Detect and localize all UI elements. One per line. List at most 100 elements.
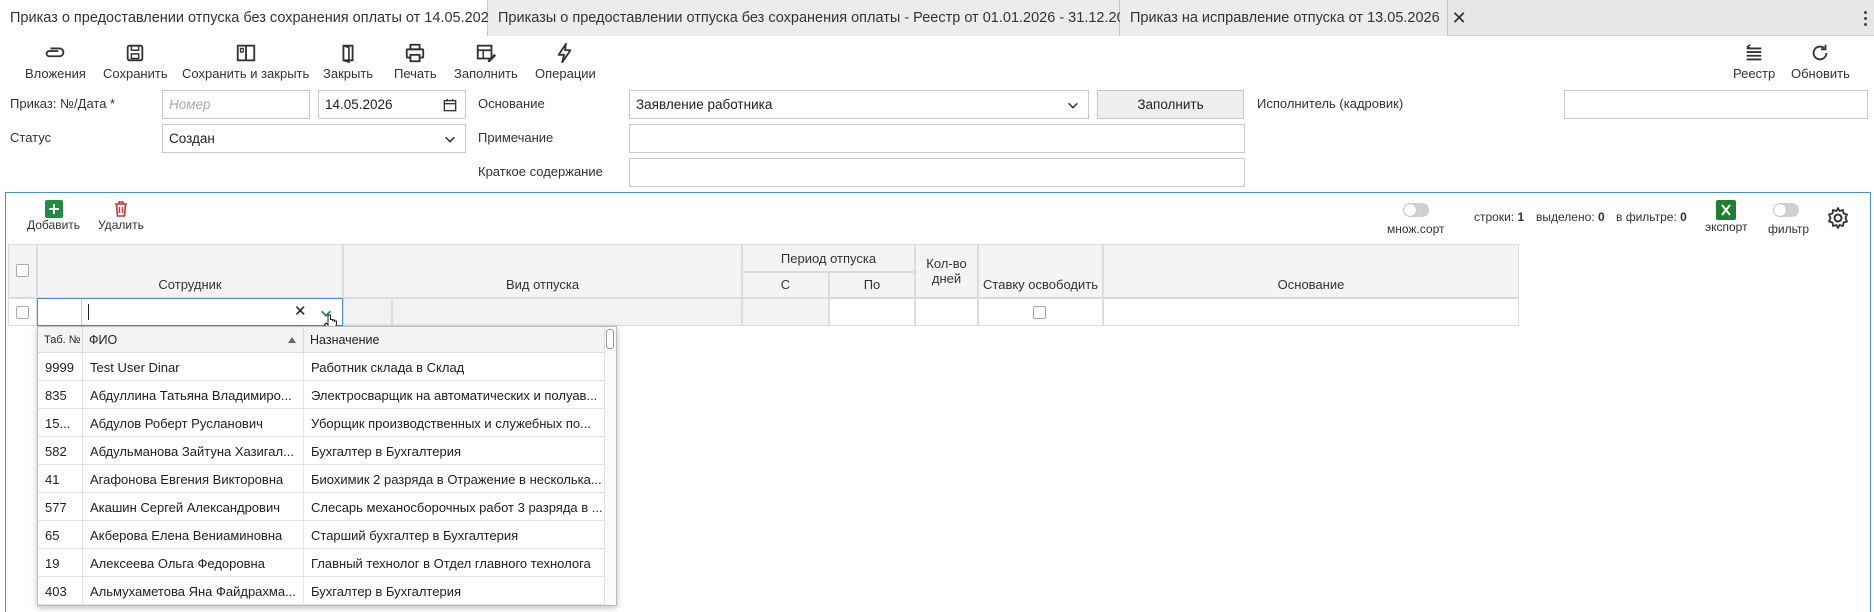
col-period-group: Период отпуска — [742, 244, 915, 272]
dropdown-cell-tab: 403 — [38, 577, 83, 605]
employee-cell-editor[interactable]: ✕ — [37, 298, 343, 326]
dropdown-cell-position: Главный технолог в Отдел главного технол… — [304, 549, 606, 577]
fill-label: Заполнить — [454, 66, 518, 81]
basis-select[interactable]: Заявление работника — [629, 90, 1089, 119]
status-select[interactable]: Создан — [162, 124, 466, 153]
period-to-cell[interactable] — [829, 298, 915, 326]
select-all-checkbox[interactable] — [16, 264, 29, 277]
row-checkbox[interactable] — [16, 306, 29, 319]
chevron-down-icon — [1068, 102, 1078, 109]
executor-field[interactable] — [1564, 90, 1868, 119]
free-rate-cell — [978, 298, 1103, 326]
dropdown-cell-fio: Акашин Сергей Александрович — [83, 493, 304, 521]
dropdown-col-tab[interactable]: Таб. № — [38, 327, 83, 353]
col-days[interactable]: Кол-во дней — [915, 244, 978, 298]
basis-label: Основание — [478, 96, 545, 111]
multisort-toggle[interactable] — [1403, 203, 1429, 217]
registry-button[interactable]: Реестр — [1733, 42, 1775, 81]
dropdown-row[interactable]: 835 Абдуллина Татьяна Владимиро... Электро… — [38, 381, 606, 409]
save-close-label: Сохранить и закрыть — [182, 66, 310, 81]
export-label: экспорт — [1705, 220, 1748, 234]
col-employee[interactable]: Сотрудник — [37, 244, 343, 298]
paperclip-icon — [46, 47, 65, 58]
export-button[interactable]: экспорт — [1705, 200, 1748, 234]
floppy-icon — [127, 44, 144, 62]
dropdown-col-position[interactable]: Назначение — [304, 327, 606, 353]
dropdown-cell-position: Уборщик производственных и служебных по.… — [304, 409, 606, 437]
more-vertical-icon[interactable] — [1856, 0, 1874, 36]
basis-cell[interactable] — [1103, 298, 1519, 326]
rows-label: строки: — [1474, 210, 1515, 224]
note-field[interactable] — [629, 124, 1245, 153]
lightning-icon — [558, 42, 572, 64]
col-free-rate[interactable]: Ставку освободить — [978, 244, 1103, 298]
tab-number-input[interactable] — [38, 299, 82, 325]
period-from-cell[interactable] — [742, 298, 829, 326]
dropdown-row[interactable]: 577 Акашин Сергей Александрович Слесарь ме… — [38, 493, 606, 521]
delete-row-button[interactable]: Удалить — [98, 200, 144, 232]
dropdown-header: Таб. № ФИО Назначение — [38, 327, 606, 353]
summary-field[interactable] — [629, 158, 1245, 187]
dropdown-scrollbar[interactable] — [604, 327, 616, 605]
dropdown-row[interactable]: 41 Агафонова Евгения Викторовна Биохимик 2… — [38, 465, 606, 493]
col-period-from[interactable]: С — [742, 272, 829, 298]
add-row-button[interactable]: Добавить — [27, 200, 80, 232]
tab-correction-order[interactable]: Приказ на исправление отпуска от 13.05.2… — [1120, 0, 1467, 36]
tab-label: Приказ о предоставлении отпуска без сохр… — [10, 10, 497, 26]
tab-bar: Приказ о предоставлении отпуска без сохр… — [0, 0, 1874, 36]
col-basis[interactable]: Основание — [1103, 244, 1519, 298]
leave-type-code-cell[interactable] — [343, 298, 392, 326]
refresh-button[interactable]: Обновить — [1791, 42, 1850, 81]
dropdown-cell-fio: Алексеева Ольга Федоровна — [83, 549, 304, 577]
clear-icon[interactable]: ✕ — [294, 302, 307, 320]
operations-button[interactable]: Операции — [535, 42, 596, 81]
fill-button[interactable]: Заполнить — [454, 42, 518, 81]
col-leave-type[interactable]: Вид отпуска — [343, 244, 742, 298]
save-button[interactable]: Сохранить — [103, 42, 168, 81]
dropdown-cell-fio: Test User Dinar — [83, 353, 304, 381]
dropdown-row[interactable]: 403 Альмухаметова Яна Файдрахма... Бухгалт… — [38, 577, 606, 605]
registry-label: Реестр — [1733, 66, 1776, 81]
filter-toggle[interactable] — [1773, 203, 1799, 217]
dropdown-cell-position: Бухгалтер в Бухгалтерия — [304, 437, 606, 465]
selected-count: выделено: 0 — [1536, 210, 1605, 224]
filtered-value: 0 — [1680, 210, 1687, 224]
dropdown-row[interactable]: 15... Абдулов Роберт Русланович Уборщик пр… — [38, 409, 606, 437]
tab-current-order[interactable]: Приказ о предоставлении отпуска без сохр… — [0, 0, 524, 36]
dropdown-row[interactable]: 9999 Test User Dinar Работник склада в Скл… — [38, 353, 606, 381]
col-period-to[interactable]: По — [829, 272, 915, 298]
calendar-icon[interactable] — [443, 98, 457, 112]
close-icon[interactable]: ✕ — [1452, 8, 1467, 29]
dropdown-cell-tab: 582 — [38, 437, 83, 465]
fill-basis-button[interactable]: Заполнить — [1097, 90, 1244, 119]
employee-dropdown: Таб. № ФИО Назначение 9999 Test User Dina… — [37, 326, 617, 606]
leave-type-cell[interactable] — [392, 298, 742, 326]
free-rate-checkbox[interactable] — [1033, 306, 1046, 319]
row-select-cell — [8, 298, 37, 326]
dropdown-row[interactable]: 582 Абдульманова Зайтуна Хазигал... Бухгал… — [38, 437, 606, 465]
save-label: Сохранить — [103, 66, 168, 81]
print-button[interactable]: Печать — [394, 42, 437, 81]
dropdown-cell-position: Старший бухгалтер в Бухгалтерия — [304, 521, 606, 549]
order-number-field[interactable]: Номер — [162, 90, 310, 119]
order-date-field[interactable]: 14.05.2026 — [318, 90, 466, 119]
selected-label: выделено: — [1536, 210, 1595, 224]
dropdown-cell-tab: 15... — [38, 409, 83, 437]
dropdown-col-fio-label: ФИО — [89, 333, 118, 347]
table-edit-icon — [476, 44, 496, 63]
days-cell[interactable] — [915, 298, 978, 326]
gear-icon[interactable] — [1826, 206, 1850, 230]
executor-label: Исполнитель (кадровик) — [1257, 96, 1404, 111]
dropdown-cell-tab: 835 — [38, 381, 83, 409]
scrollbar-thumb[interactable] — [606, 329, 614, 349]
attachments-button[interactable]: Вложения — [25, 42, 86, 81]
rows-value: 1 — [1517, 210, 1525, 224]
close-button[interactable]: Закрыть — [323, 42, 373, 81]
dropdown-row[interactable]: 19 Алексеева Ольга Федоровна Главный техно… — [38, 549, 606, 577]
dropdown-row[interactable]: 65 Акберова Елена Вениаминовна Старший бух… — [38, 521, 606, 549]
tab-registry[interactable]: Приказы о предоставлении отпуска без сох… — [488, 0, 1168, 36]
save-close-button[interactable]: Сохранить и закрыть — [182, 42, 309, 81]
dropdown-col-fio[interactable]: ФИО — [83, 327, 304, 353]
sort-asc-icon — [288, 337, 296, 343]
dropdown-cell-position: Бухгалтер в Бухгалтерия — [304, 577, 606, 605]
